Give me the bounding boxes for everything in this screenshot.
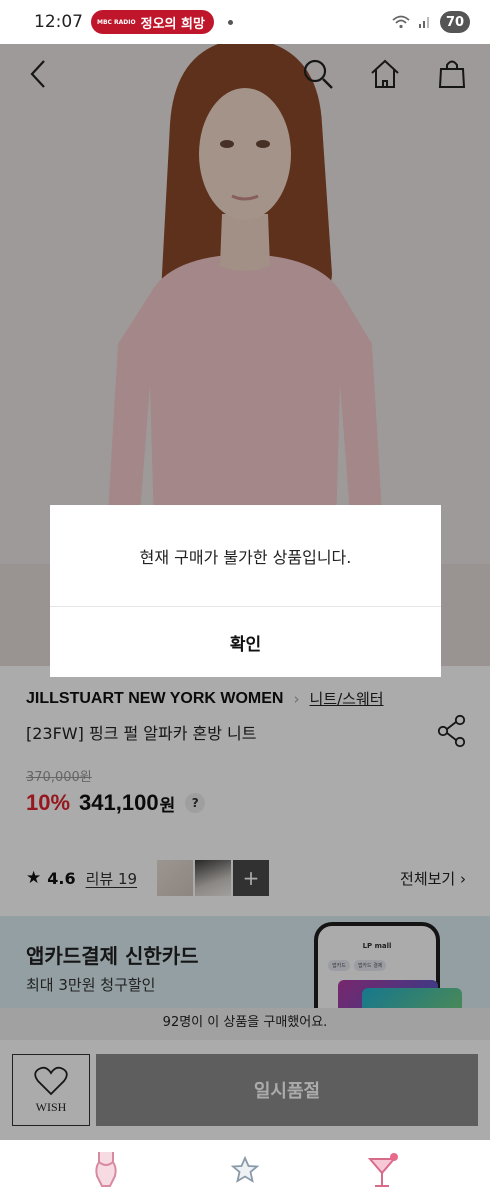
star-icon	[230, 1155, 260, 1183]
status-bar: 12:07 MBC RADIO 정오의 희망 70	[0, 0, 490, 44]
status-time: 12:07	[34, 12, 83, 32]
status-icons: 70	[392, 11, 470, 33]
confirm-button[interactable]: 확인	[50, 607, 441, 677]
signal-icon	[419, 17, 429, 28]
notification-dot	[227, 19, 233, 25]
bottom-nav-item-cocktail[interactable]	[360, 1146, 408, 1194]
bottom-nav-item-lingerie[interactable]	[82, 1146, 130, 1194]
notification-text: 정오의 희망	[140, 16, 205, 32]
wifi-icon	[392, 15, 410, 29]
cocktail-icon	[368, 1153, 399, 1187]
battery-icon: 70	[440, 11, 470, 33]
bodysuit-icon	[95, 1152, 117, 1187]
radio-logo: MBC RADIO	[97, 18, 136, 26]
alert-dialog: 현재 구매가 불가한 상품입니다. 확인	[50, 505, 441, 677]
bottom-nav	[0, 1140, 490, 1200]
dialog-message: 현재 구매가 불가한 상품입니다.	[50, 505, 441, 607]
notification-pill[interactable]: MBC RADIO 정오의 희망	[91, 10, 214, 34]
bottom-nav-item-favorites[interactable]	[221, 1146, 269, 1194]
